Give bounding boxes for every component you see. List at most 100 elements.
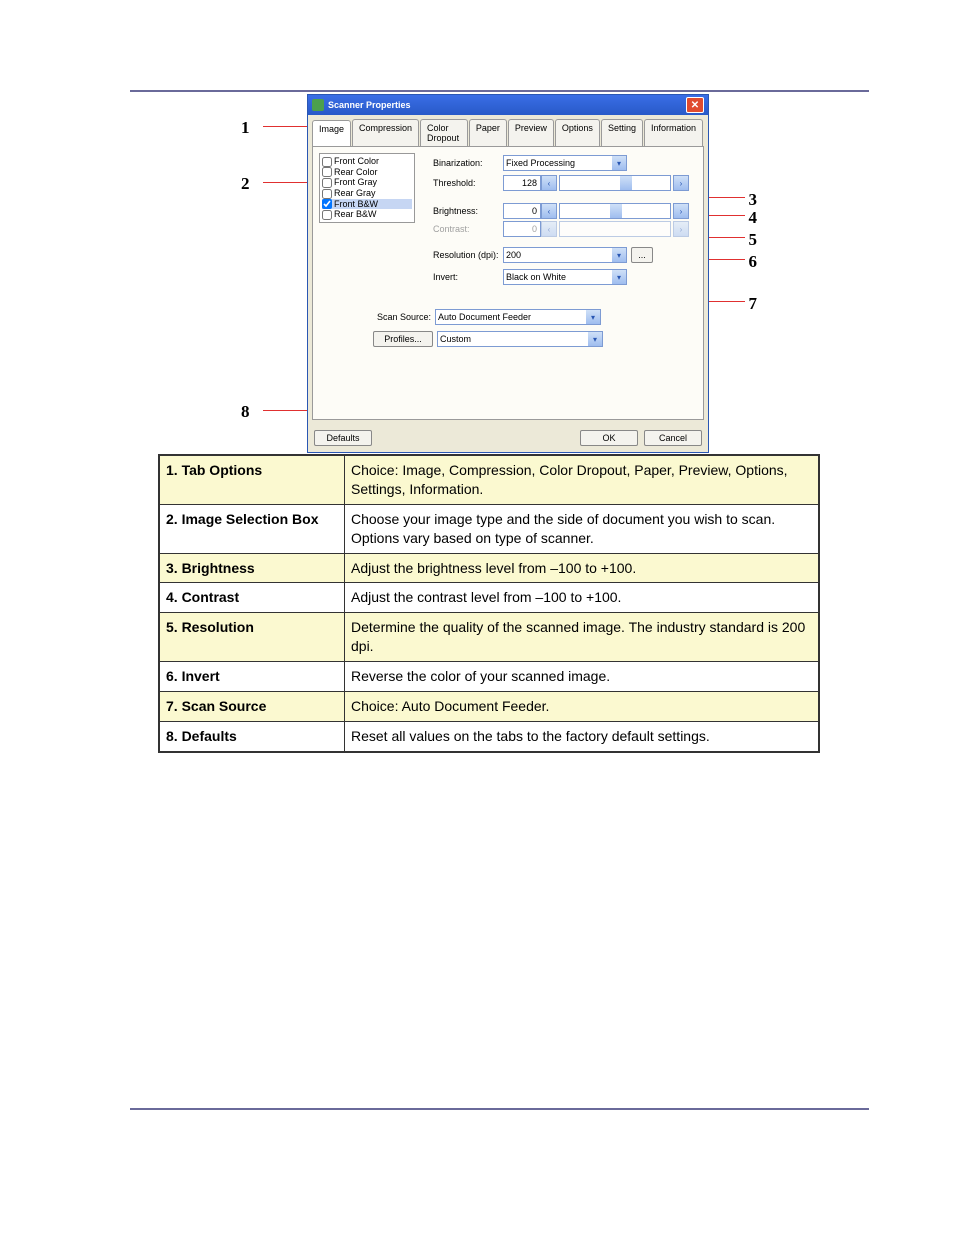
tab-strip: Image Compression Color Dropout Paper Pr… bbox=[308, 115, 708, 146]
checkbox-label: Front Gray bbox=[334, 177, 377, 187]
tab-options[interactable]: Options bbox=[555, 119, 600, 146]
term-1: 1. Tab Options bbox=[159, 455, 345, 504]
profiles-combo[interactable]: Custom ▾ bbox=[437, 331, 603, 347]
tab-color-dropout[interactable]: Color Dropout bbox=[420, 119, 468, 146]
checkbox-rear-color[interactable]: Rear Color bbox=[322, 167, 412, 178]
binarization-label: Binarization: bbox=[433, 158, 503, 168]
term-4: 4. Contrast bbox=[159, 583, 345, 613]
chevron-down-icon: ▾ bbox=[612, 156, 626, 170]
threshold-dec[interactable]: ‹ bbox=[541, 175, 557, 191]
contrast-dec: ‹ bbox=[541, 221, 557, 237]
binarization-combo[interactable]: Fixed Processing ▾ bbox=[503, 155, 627, 171]
checkbox-input[interactable] bbox=[322, 178, 332, 188]
threshold-value: 128 bbox=[503, 175, 541, 191]
leader-line bbox=[705, 215, 745, 216]
checkbox-input[interactable] bbox=[322, 210, 332, 220]
checkbox-input[interactable] bbox=[322, 167, 332, 177]
brightness-value: 0 bbox=[503, 203, 541, 219]
app-icon bbox=[312, 99, 324, 111]
image-tab-panel: Front Color Rear Color Front Gray Rear G… bbox=[312, 146, 704, 420]
checkbox-label: Front B&W bbox=[334, 199, 378, 209]
tab-preview[interactable]: Preview bbox=[508, 119, 554, 146]
checkbox-front-color[interactable]: Front Color bbox=[322, 156, 412, 167]
profiles-value: Custom bbox=[440, 334, 471, 344]
checkbox-input[interactable] bbox=[322, 199, 332, 209]
table-row: 2. Image Selection BoxChoose your image … bbox=[159, 504, 819, 553]
threshold-slider[interactable] bbox=[559, 175, 671, 191]
dialog-footer: Defaults OK Cancel bbox=[308, 424, 708, 452]
leader-line bbox=[705, 237, 745, 238]
checkbox-rear-bw[interactable]: Rear B&W bbox=[322, 209, 412, 220]
brightness-inc[interactable]: › bbox=[673, 203, 689, 219]
brightness-label: Brightness: bbox=[433, 206, 503, 216]
term-2: 2. Image Selection Box bbox=[159, 504, 345, 553]
desc-8: Reset all values on the tabs to the fact… bbox=[345, 721, 820, 751]
callout-5: 5 bbox=[749, 230, 758, 250]
table-row: 5. ResolutionDetermine the quality of th… bbox=[159, 613, 819, 662]
description-table: 1. Tab OptionsChoice: Image, Compression… bbox=[158, 454, 820, 753]
binarization-value: Fixed Processing bbox=[506, 158, 575, 168]
profiles-button[interactable]: Profiles... bbox=[373, 331, 433, 347]
table-row: 3. BrightnessAdjust the brightness level… bbox=[159, 553, 819, 583]
callout-1: 1 bbox=[241, 118, 250, 138]
checkbox-label: Rear Gray bbox=[334, 188, 376, 198]
desc-1: Choice: Image, Compression, Color Dropou… bbox=[345, 455, 820, 504]
cancel-button[interactable]: Cancel bbox=[644, 430, 702, 446]
close-button[interactable]: ✕ bbox=[686, 97, 704, 113]
contrast-inc: › bbox=[673, 221, 689, 237]
term-3: 3. Brightness bbox=[159, 553, 345, 583]
desc-2: Choose your image type and the side of d… bbox=[345, 504, 820, 553]
leader-line bbox=[705, 197, 745, 198]
footer-rule bbox=[130, 1108, 869, 1110]
tab-compression[interactable]: Compression bbox=[352, 119, 419, 146]
brightness-slider[interactable] bbox=[559, 203, 671, 219]
tab-image[interactable]: Image bbox=[312, 120, 351, 147]
threshold-label: Threshold: bbox=[433, 178, 503, 188]
contrast-value: 0 bbox=[503, 221, 541, 237]
checkbox-label: Front Color bbox=[334, 156, 379, 166]
tab-information[interactable]: Information bbox=[644, 119, 703, 146]
brightness-dec[interactable]: ‹ bbox=[541, 203, 557, 219]
invert-label: Invert: bbox=[433, 272, 503, 282]
desc-3: Adjust the brightness level from –100 to… bbox=[345, 553, 820, 583]
defaults-button[interactable]: Defaults bbox=[314, 430, 372, 446]
resolution-more-button[interactable]: ... bbox=[631, 247, 653, 263]
contrast-label: Contrast: bbox=[433, 224, 503, 234]
desc-6: Reverse the color of your scanned image. bbox=[345, 662, 820, 692]
checkbox-front-bw[interactable]: Front B&W bbox=[322, 199, 412, 210]
table-row: 8. DefaultsReset all values on the tabs … bbox=[159, 721, 819, 751]
invert-combo[interactable]: Black on White▾ bbox=[503, 269, 627, 285]
titlebar[interactable]: Scanner Properties ✕ bbox=[308, 95, 708, 115]
term-8: 8. Defaults bbox=[159, 721, 345, 751]
desc-7: Choice: Auto Document Feeder. bbox=[345, 692, 820, 722]
chevron-down-icon: ▾ bbox=[586, 310, 600, 324]
checkbox-front-gray[interactable]: Front Gray bbox=[322, 177, 412, 188]
leader-line bbox=[705, 259, 745, 260]
checkbox-label: Rear B&W bbox=[334, 209, 377, 219]
window-title: Scanner Properties bbox=[328, 100, 411, 110]
chevron-down-icon: ▾ bbox=[588, 332, 602, 346]
checkbox-input[interactable] bbox=[322, 157, 332, 167]
table-row: 1. Tab OptionsChoice: Image, Compression… bbox=[159, 455, 819, 504]
desc-4: Adjust the contrast level from –100 to +… bbox=[345, 583, 820, 613]
image-selection-box: Front Color Rear Color Front Gray Rear G… bbox=[319, 153, 415, 223]
scansource-combo[interactable]: Auto Document Feeder▾ bbox=[435, 309, 601, 325]
tab-setting[interactable]: Setting bbox=[601, 119, 643, 146]
tab-paper[interactable]: Paper bbox=[469, 119, 507, 146]
checkbox-input[interactable] bbox=[322, 189, 332, 199]
scanner-properties-dialog: Scanner Properties ✕ Image Compression C… bbox=[307, 94, 709, 453]
close-icon: ✕ bbox=[691, 100, 699, 111]
callout-4: 4 bbox=[749, 208, 758, 228]
contrast-slider bbox=[559, 221, 671, 237]
checkbox-rear-gray[interactable]: Rear Gray bbox=[322, 188, 412, 199]
callout-2: 2 bbox=[241, 174, 250, 194]
resolution-value: 200 bbox=[506, 250, 521, 260]
checkbox-label: Rear Color bbox=[334, 167, 378, 177]
ok-button[interactable]: OK bbox=[580, 430, 638, 446]
callout-3: 3 bbox=[749, 190, 758, 210]
header-rule bbox=[130, 90, 869, 92]
threshold-inc[interactable]: › bbox=[673, 175, 689, 191]
resolution-combo[interactable]: 200▾ bbox=[503, 247, 627, 263]
scansource-label: Scan Source: bbox=[373, 312, 431, 322]
chevron-down-icon: ▾ bbox=[612, 270, 626, 284]
